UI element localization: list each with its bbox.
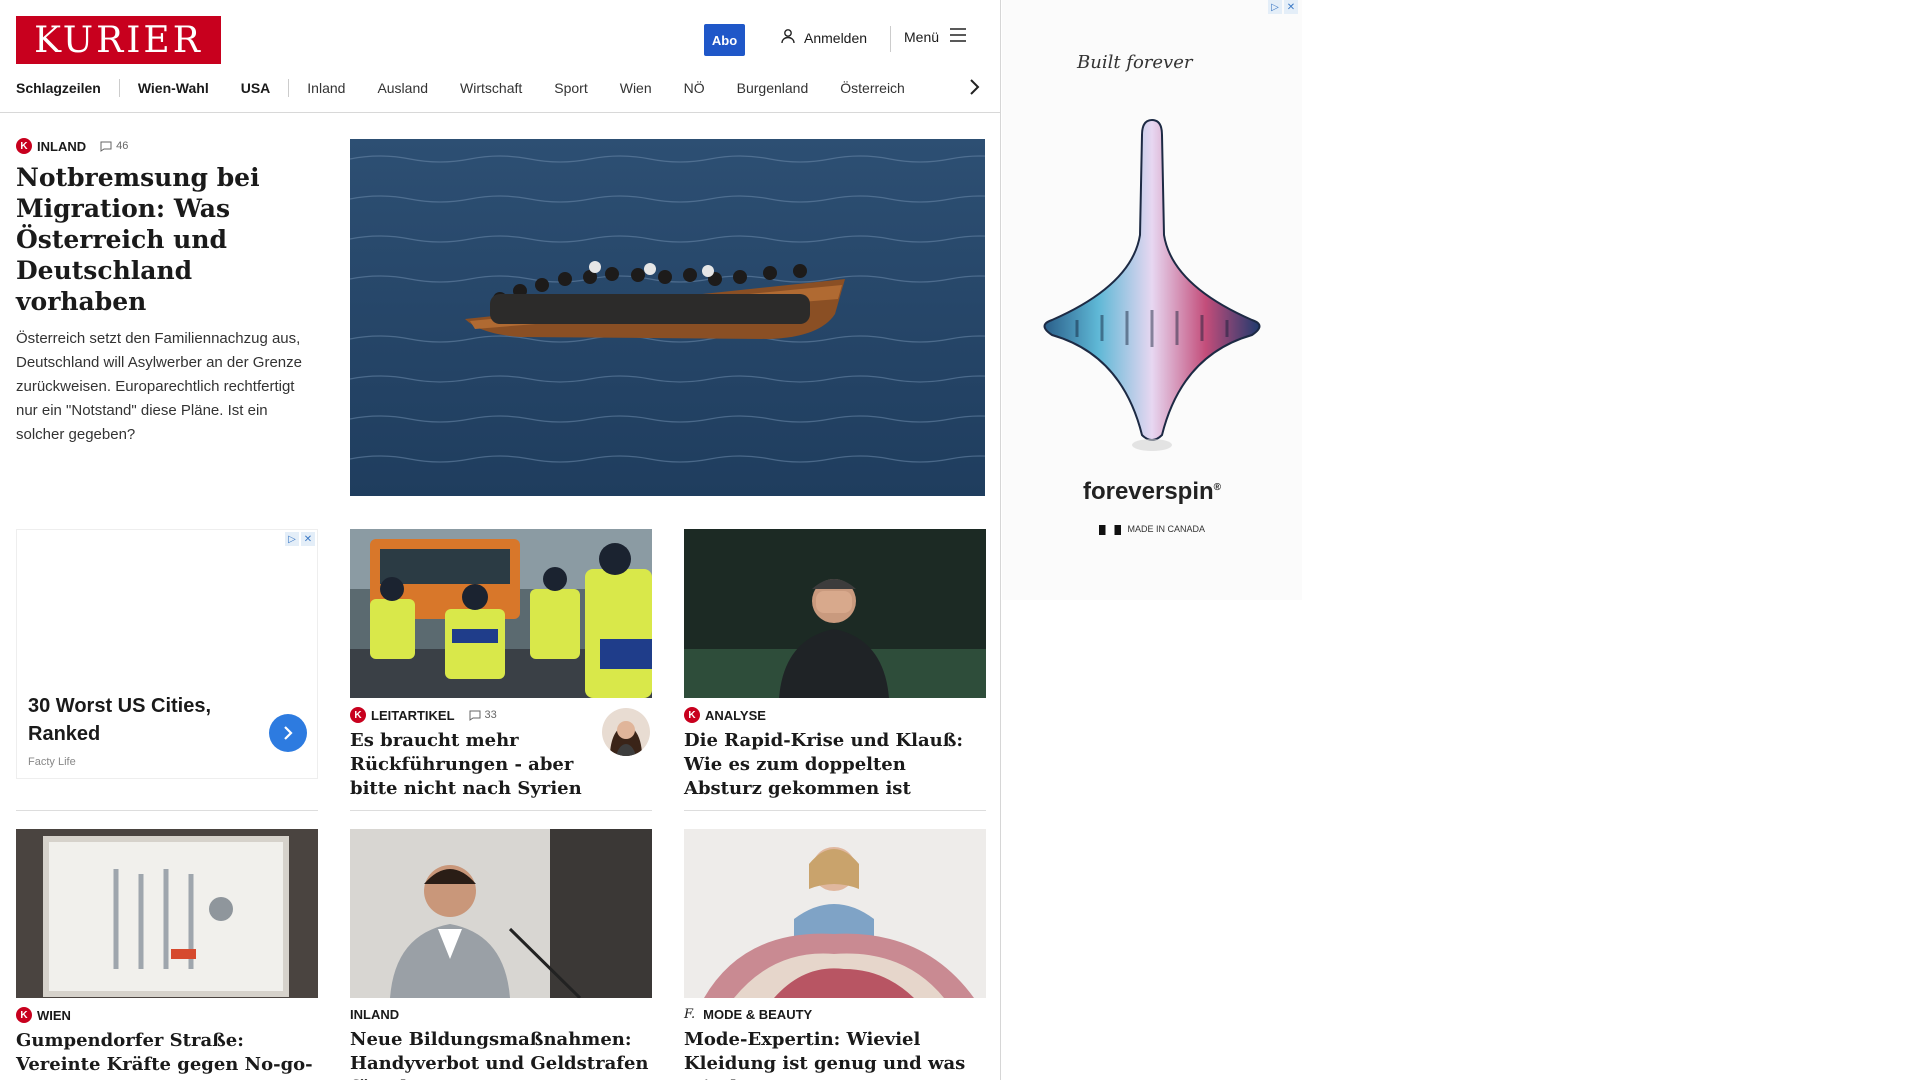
row-divider [684, 810, 986, 811]
nav-item-ausland[interactable]: Ausland [377, 80, 428, 96]
nav-item-wirtschaft[interactable]: Wirtschaft [460, 80, 522, 96]
card-category: ANALYSE [705, 707, 766, 723]
card-comment-count: 33 [484, 709, 497, 721]
site-header: KURIER Abo Anmelden Menü Schlagzeilen Wi… [0, 0, 1000, 113]
kurier-badge-icon: K [16, 138, 32, 154]
card-category: INLAND [350, 1007, 400, 1022]
header-divider [890, 26, 891, 52]
nav-item-usa[interactable]: USA [241, 80, 271, 96]
user-icon [780, 28, 796, 47]
side-advertisement[interactable]: ▷ ✕ Built forever foreverspin® MADE IN C… [1002, 0, 1302, 600]
card-headline[interactable]: Mode-Expertin: Wieviel Kleidung ist genu… [684, 1028, 986, 1080]
ad-choices[interactable]: ▷ ✕ [285, 532, 315, 546]
article-card[interactable]: f. MODE & BEAUTY Mode-Expertin: Wieviel … [684, 829, 986, 1080]
kurier-badge-icon: K [16, 1007, 32, 1023]
adchoices-icon[interactable]: ▷ [1268, 0, 1282, 14]
nav-item-burgenland[interactable]: Burgenland [737, 80, 809, 96]
article-card[interactable]: K LEITARTIKEL 33 Es braucht mehr Rückfüh… [350, 529, 652, 801]
sponsored-ad[interactable]: ▷ ✕ 30 Worst US Cities, Ranked Facty Lif… [16, 529, 318, 779]
card-meta: INLAND [350, 1007, 652, 1022]
nav-item-schlagzeilen[interactable]: Schlagzeilen [16, 80, 101, 96]
ad-title[interactable]: 30 Worst US Cities, Ranked [28, 692, 228, 748]
article-image-syringes[interactable] [16, 829, 318, 998]
article-image-speaker[interactable] [350, 829, 652, 998]
card-meta: K ANALYSE [684, 707, 986, 723]
article-image-police[interactable] [350, 529, 652, 698]
login-label: Anmelden [804, 29, 868, 46]
comment-icon [469, 710, 481, 721]
login-button[interactable]: Anmelden [780, 28, 867, 47]
ad-source: Facty Life [28, 756, 76, 768]
card-category: LEITARTIKEL [371, 707, 455, 723]
chevron-right-icon [284, 726, 293, 740]
card-meta: K WIEN [16, 1007, 318, 1023]
author-avatar [602, 708, 650, 756]
kurier-badge-icon: K [684, 707, 700, 723]
lead-category: INLAND [37, 138, 87, 154]
article-image-clothes[interactable] [684, 829, 986, 998]
lead-meta: K INLAND 46 [16, 138, 316, 154]
card-meta: f. MODE & BEAUTY [684, 1007, 986, 1022]
close-icon[interactable]: ✕ [301, 532, 315, 546]
ad-brand[interactable]: foreverspin® [1002, 478, 1302, 506]
chevron-right-icon[interactable] [968, 78, 980, 101]
ad-choices[interactable]: ▷ ✕ [1268, 0, 1298, 14]
card-headline[interactable]: Die Rapid-Krise und Klauß: Wie es zum do… [684, 729, 986, 801]
lead-article[interactable]: K INLAND 46 Notbremsung bei Migration: W… [16, 138, 316, 447]
lead-image-boat[interactable] [350, 139, 985, 496]
nav-item-noe[interactable]: NÖ [684, 80, 705, 96]
section-nav: Schlagzeilen Wien-Wahl USA Inland Auslan… [16, 78, 937, 98]
kurier-badge-icon: K [350, 707, 366, 723]
spinning-top-image [1022, 115, 1282, 460]
ad-next-button[interactable] [269, 714, 307, 752]
nav-item-wien-wahl[interactable]: Wien-Wahl [138, 80, 209, 96]
article-card[interactable]: K WIEN Gumpendorfer Straße: Vereinte Krä… [16, 829, 318, 1080]
nav-item-inland[interactable]: Inland [307, 80, 345, 96]
card-comments[interactable]: 33 [469, 709, 497, 721]
nav-divider [118, 79, 120, 97]
ad-tagline: Built forever [1077, 52, 1193, 73]
row-divider [350, 810, 652, 811]
fashion-f-icon: f. [684, 1007, 696, 1022]
lead-headline[interactable]: Notbremsung bei Migration: Was Österreic… [16, 162, 316, 317]
ad-brand-name: foreverspin [1082, 478, 1214, 505]
lead-comments[interactable]: 46 [100, 140, 128, 152]
main-column: KURIER Abo Anmelden Menü Schlagzeilen Wi… [0, 0, 1001, 1080]
nav-item-sport[interactable]: Sport [554, 80, 587, 96]
hamburger-icon [949, 28, 967, 45]
nav-divider [288, 79, 290, 97]
nav-item-wien[interactable]: Wien [620, 80, 652, 96]
menu-label: Menü [904, 28, 940, 45]
kurier-logo[interactable]: KURIER [16, 16, 221, 64]
card-category: MODE & BEAUTY [703, 1007, 813, 1022]
adchoices-icon[interactable]: ▷ [285, 532, 299, 546]
ad-made-in: MADE IN CANADA [1002, 524, 1302, 535]
card-headline[interactable]: Gumpendorfer Straße: Vereinte Kräfte geg… [16, 1029, 318, 1080]
abo-button[interactable]: Abo [704, 24, 745, 56]
comment-icon [100, 141, 112, 152]
card-category: WIEN [37, 1007, 71, 1023]
canada-flag-icon [1098, 524, 1121, 535]
menu-button[interactable]: Menü [904, 28, 967, 45]
lead-comment-count: 46 [116, 140, 129, 152]
made-in-label: MADE IN CANADA [1127, 524, 1206, 534]
article-image-coach[interactable] [684, 529, 986, 698]
close-icon[interactable]: ✕ [1284, 0, 1298, 14]
row-divider [16, 810, 318, 811]
lead-teaser: Österreich setzt den Familiennachzug aus… [16, 330, 302, 443]
nav-item-oesterreich[interactable]: Österreich [840, 80, 905, 96]
article-card[interactable]: INLAND Neue Bildungsmaßnahmen: Handyverb… [350, 829, 652, 1080]
card-headline[interactable]: Neue Bildungsmaßnahmen: Handyverbot und … [350, 1028, 652, 1080]
article-card[interactable]: K ANALYSE Die Rapid-Krise und Klauß: Wie… [684, 529, 986, 801]
card-headline[interactable]: Es braucht mehr Rückführungen - aber bit… [350, 729, 590, 801]
